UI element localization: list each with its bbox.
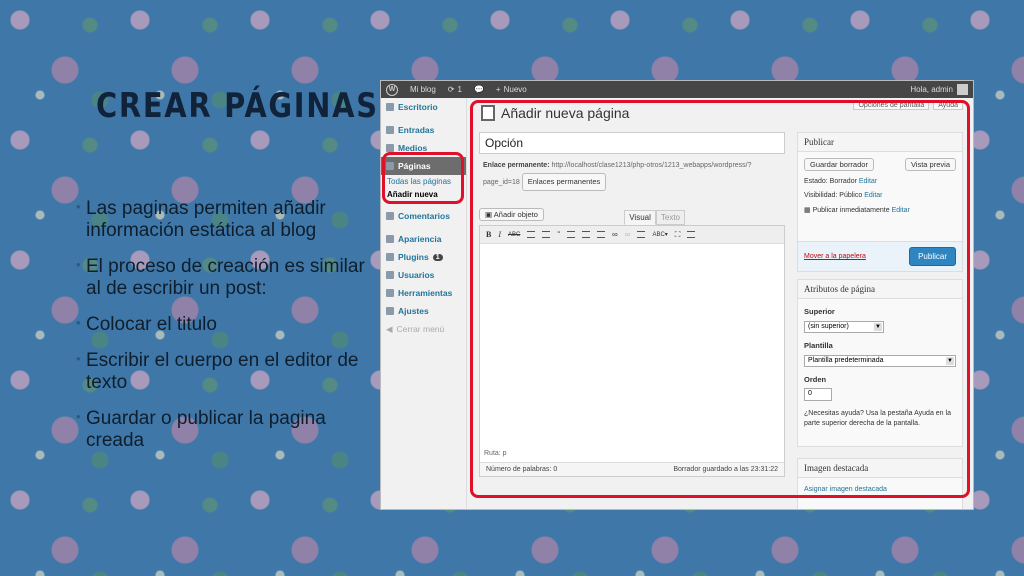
- admin-bar: W Mi blog ⟳ 1 💬 + Nuevo Hola, admin: [381, 81, 973, 98]
- sidebar-item-appearance[interactable]: Apariencia: [381, 230, 466, 248]
- tools-icon: [386, 289, 394, 297]
- sidebar-item-comments[interactable]: Comentarios: [381, 207, 466, 225]
- site-name-link[interactable]: Mi blog: [410, 85, 436, 94]
- bullet-item: Escribir el cuerpo en el editor de texto: [76, 348, 368, 394]
- sidebar-item-label: Ajustes: [398, 306, 429, 316]
- sidebar-item-label: Entradas: [398, 125, 435, 135]
- pages-menu-highlight: [382, 152, 464, 204]
- sidebar-item-plugins[interactable]: Plugins 1: [381, 248, 466, 266]
- collapse-menu-button[interactable]: ◀ Cerrar menú: [381, 320, 466, 338]
- collapse-label: Cerrar menú: [396, 324, 445, 334]
- sidebar-item-label: Apariencia: [398, 234, 442, 244]
- greeting-link[interactable]: Hola, admin: [910, 85, 953, 94]
- bullet-item: El proceso de creación es similar al de …: [76, 254, 368, 300]
- sidebar-item-posts[interactable]: Entradas: [381, 121, 466, 139]
- plugin-icon: [386, 253, 394, 261]
- sidebar-item-users[interactable]: Usuarios: [381, 266, 466, 284]
- users-icon: [386, 271, 394, 279]
- bullet-item: Guardar o publicar la pagina creada: [76, 406, 368, 452]
- pin-icon: [386, 126, 394, 134]
- bullet-list: Las paginas permiten añadir información …: [76, 196, 368, 466]
- new-link[interactable]: + Nuevo: [496, 85, 527, 94]
- appearance-icon: [386, 235, 394, 243]
- sidebar-item-label: Usuarios: [398, 270, 435, 280]
- comments-icon[interactable]: 💬: [474, 85, 484, 94]
- plugins-update-badge: 1: [432, 253, 443, 261]
- settings-icon: [386, 307, 394, 315]
- collapse-icon: ◀: [386, 323, 393, 334]
- comments-icon: [386, 212, 394, 220]
- new-label: Nuevo: [503, 85, 527, 94]
- sidebar-item-label: Escritorio: [398, 102, 438, 112]
- wordpress-logo-icon[interactable]: W: [386, 83, 398, 96]
- avatar[interactable]: [957, 84, 968, 95]
- sidebar-item-tools[interactable]: Herramientas: [381, 284, 466, 302]
- sidebar-item-dashboard[interactable]: Escritorio: [381, 98, 466, 116]
- bullet-item: Las paginas permiten añadir información …: [76, 196, 368, 242]
- dashboard-icon: [386, 103, 394, 111]
- bullet-item: Colocar el titulo: [76, 312, 368, 336]
- sidebar-item-label: Herramientas: [398, 288, 453, 298]
- sidebar-item-label: Comentarios: [398, 211, 450, 221]
- updates-count: 1: [457, 85, 462, 94]
- plus-icon: +: [495, 85, 501, 94]
- media-icon: [386, 144, 394, 152]
- refresh-icon: ⟳: [447, 85, 455, 94]
- sidebar-item-settings[interactable]: Ajustes: [381, 302, 466, 320]
- editor-highlight: [470, 100, 970, 498]
- slide-title: CREAR PÁGINAS: [96, 86, 379, 126]
- updates-link[interactable]: ⟳ 1: [448, 85, 462, 94]
- sidebar-item-label: Plugins: [398, 252, 429, 262]
